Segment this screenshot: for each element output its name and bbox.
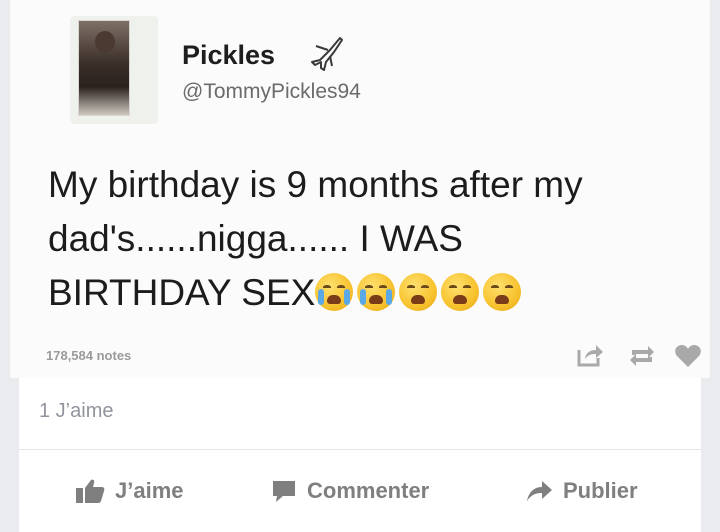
tweet-text: My birthday is 9 months after my dad's..… xyxy=(48,158,708,320)
avatar-photo xyxy=(78,20,130,116)
comment-bubble-icon xyxy=(273,481,295,502)
tweet-text-line-1: My birthday is 9 months after my xyxy=(48,164,583,205)
avatar[interactable] xyxy=(70,16,158,124)
user-handle[interactable]: @TommyPickles94 xyxy=(182,80,361,104)
divider xyxy=(19,449,701,450)
like-button-label: J’aime xyxy=(115,478,184,503)
share-arrow-icon xyxy=(527,481,552,501)
avatar-head xyxy=(95,31,115,53)
facebook-post-footer: 1 J’aime J’aime Commenter Publier xyxy=(19,378,701,532)
weary-face-icon xyxy=(399,273,438,311)
tweet-screenshot-card: Pickles @TommyPickles94 My birthday is 9… xyxy=(10,0,710,378)
share-button[interactable]: Publier xyxy=(525,478,638,504)
share-button-label: Publier xyxy=(563,478,638,503)
tweet-text-line-3: BIRTHDAY SEX xyxy=(48,266,708,320)
loudly-crying-face-icon xyxy=(357,273,396,311)
notes-count[interactable]: 178,584 notes xyxy=(46,348,131,363)
share-icon[interactable] xyxy=(576,342,604,368)
display-name[interactable]: Pickles xyxy=(182,40,275,71)
heart-icon[interactable] xyxy=(674,344,702,368)
tweet-text-line-2: dad's......nigga...... I WAS xyxy=(48,218,463,259)
tweet-text-line-3-text: BIRTHDAY SEX xyxy=(48,272,316,313)
weary-face-icon xyxy=(483,273,522,311)
loudly-crying-face-icon xyxy=(315,273,354,311)
thumbs-up-icon xyxy=(76,479,105,503)
reblog-icon[interactable] xyxy=(628,344,656,368)
airplane-icon xyxy=(311,37,343,71)
comment-button[interactable]: Commenter xyxy=(271,478,429,504)
comment-button-label: Commenter xyxy=(307,478,430,503)
weary-face-icon xyxy=(441,273,480,311)
like-button[interactable]: J’aime xyxy=(75,478,184,504)
like-count[interactable]: 1 J’aime xyxy=(39,400,113,423)
